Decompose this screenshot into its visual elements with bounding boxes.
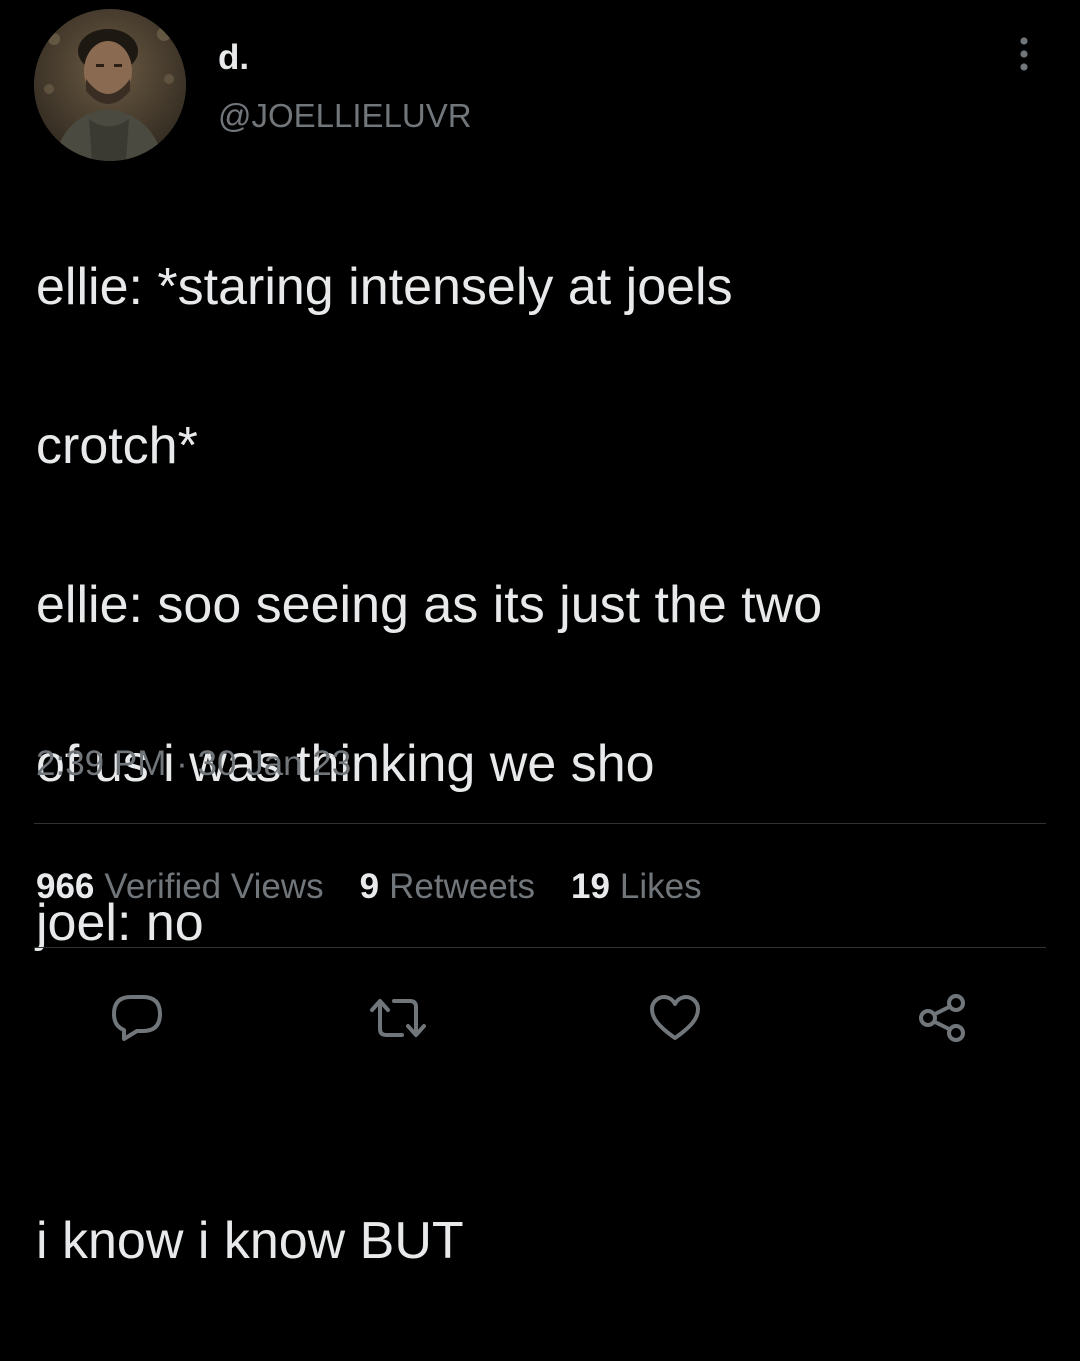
retweets-count: 9 [359,867,380,906]
tweet-timestamp[interactable]: 2:39 PM · 30 Jan 23 [36,742,351,786]
tweet-text-line: crotch* [36,416,198,475]
views-label: Verified Views [104,867,324,906]
retweets-label: Retweets [389,867,535,906]
tweet-text-line: i know i know BUT [36,1211,464,1270]
avatar-image [34,9,186,161]
retweet-button[interactable] [368,988,428,1048]
more-options-button[interactable] [1004,34,1044,74]
display-name[interactable]: d. [218,38,249,78]
likes-count: 19 [570,867,610,906]
share-button[interactable] [913,988,973,1048]
tweet: d. @JOELLIELUVR ellie: *staring intensel… [0,0,1080,1270]
reply-button[interactable] [107,988,167,1048]
views-count: 966 [36,867,95,906]
retweets-stat[interactable]: 9 Retweets [360,864,535,910]
divider [34,823,1046,824]
tweet-text-line [36,1043,1046,1123]
likes-label: Likes [619,867,702,906]
tweet-text-line: ellie: *staring intensely at joels [36,257,733,316]
divider [34,947,1046,948]
like-button[interactable] [645,988,705,1048]
retweet-icon [370,999,426,1037]
more-dots-icon [1020,37,1028,71]
tweet-date: 30 Jan 23 [197,744,352,783]
reply-bubble-icon [112,995,162,1041]
share-icon [919,994,965,1042]
likes-stat[interactable]: 19 Likes [571,864,702,910]
user-handle[interactable]: @JOELLIELUVR [218,96,472,136]
tweet-time: 2:39 PM [36,744,167,783]
action-bar [0,988,1080,1048]
avatar[interactable] [34,9,186,161]
tweet-text-line: ellie: soo seeing as its just the two [36,575,823,634]
heart-icon [650,995,700,1040]
timestamp-separator: · [176,744,188,783]
views-stat[interactable]: 966 Verified Views [36,864,324,910]
tweet-stats: 966 Verified Views 9 Retweets 19 Likes [36,864,738,910]
